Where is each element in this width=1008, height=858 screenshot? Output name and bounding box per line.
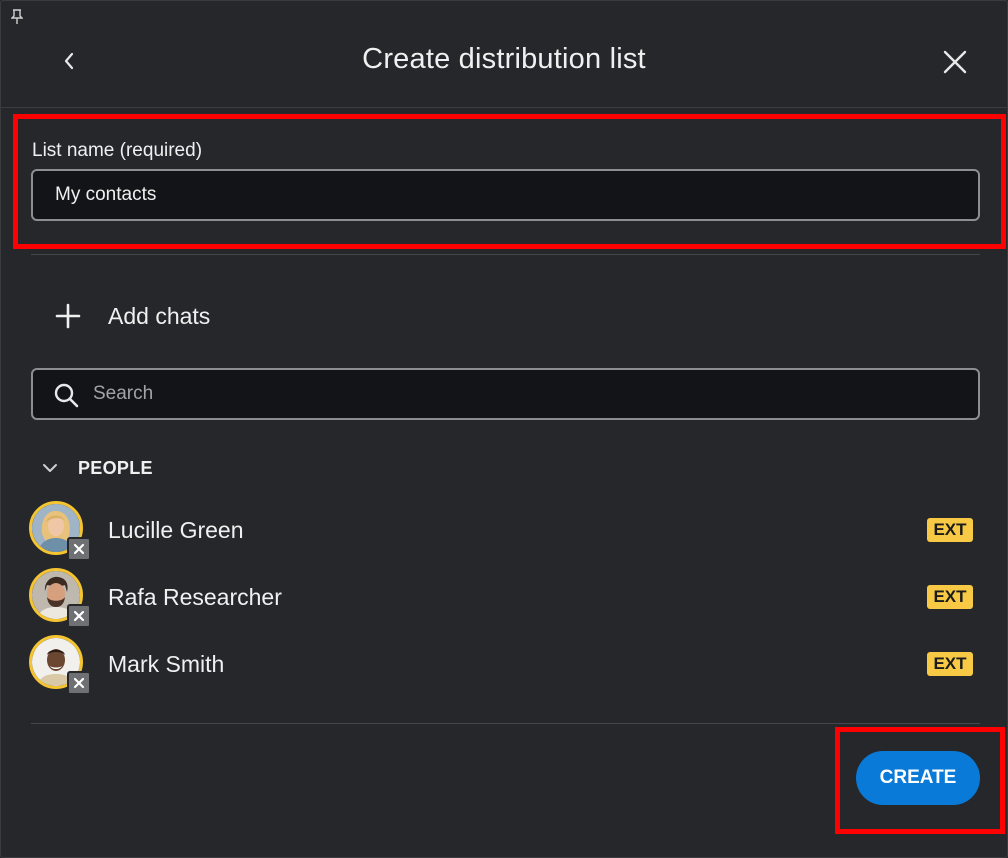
divider xyxy=(31,254,980,255)
close-icon xyxy=(943,50,967,74)
create-button[interactable]: CREATE xyxy=(856,751,980,805)
create-distribution-list-dialog: Create distribution list List name (requ… xyxy=(0,0,1008,858)
contact-name: Lucille Green xyxy=(108,517,244,543)
people-section-title: PEOPLE xyxy=(78,457,153,478)
list-item[interactable]: Rafa Researcher EXT xyxy=(29,568,979,628)
dialog-header: Create distribution list xyxy=(1,1,1007,108)
external-badge: EXT xyxy=(927,652,973,676)
people-section-toggle[interactable]: PEOPLE xyxy=(39,453,153,483)
external-badge: EXT xyxy=(927,585,973,609)
search-input[interactable] xyxy=(31,368,980,420)
list-item[interactable]: Lucille Green EXT xyxy=(29,501,979,561)
presence-offline-icon xyxy=(67,671,91,695)
search-box xyxy=(31,368,980,420)
divider xyxy=(31,723,980,724)
list-name-label: List name (required) xyxy=(32,140,203,161)
list-item[interactable]: Mark Smith EXT xyxy=(29,635,979,695)
list-name-input[interactable] xyxy=(31,169,980,221)
plus-icon xyxy=(53,301,83,331)
dialog-title: Create distribution list xyxy=(362,43,646,75)
presence-offline-icon xyxy=(67,604,91,628)
external-badge: EXT xyxy=(927,518,973,542)
contact-name: Rafa Researcher xyxy=(108,584,282,610)
contact-name: Mark Smith xyxy=(108,651,225,677)
presence-offline-icon xyxy=(67,537,91,561)
add-chats-label: Add chats xyxy=(108,302,211,329)
close-button[interactable] xyxy=(937,44,973,80)
add-chats-button[interactable]: Add chats xyxy=(53,295,253,337)
chevron-down-icon xyxy=(39,457,61,479)
